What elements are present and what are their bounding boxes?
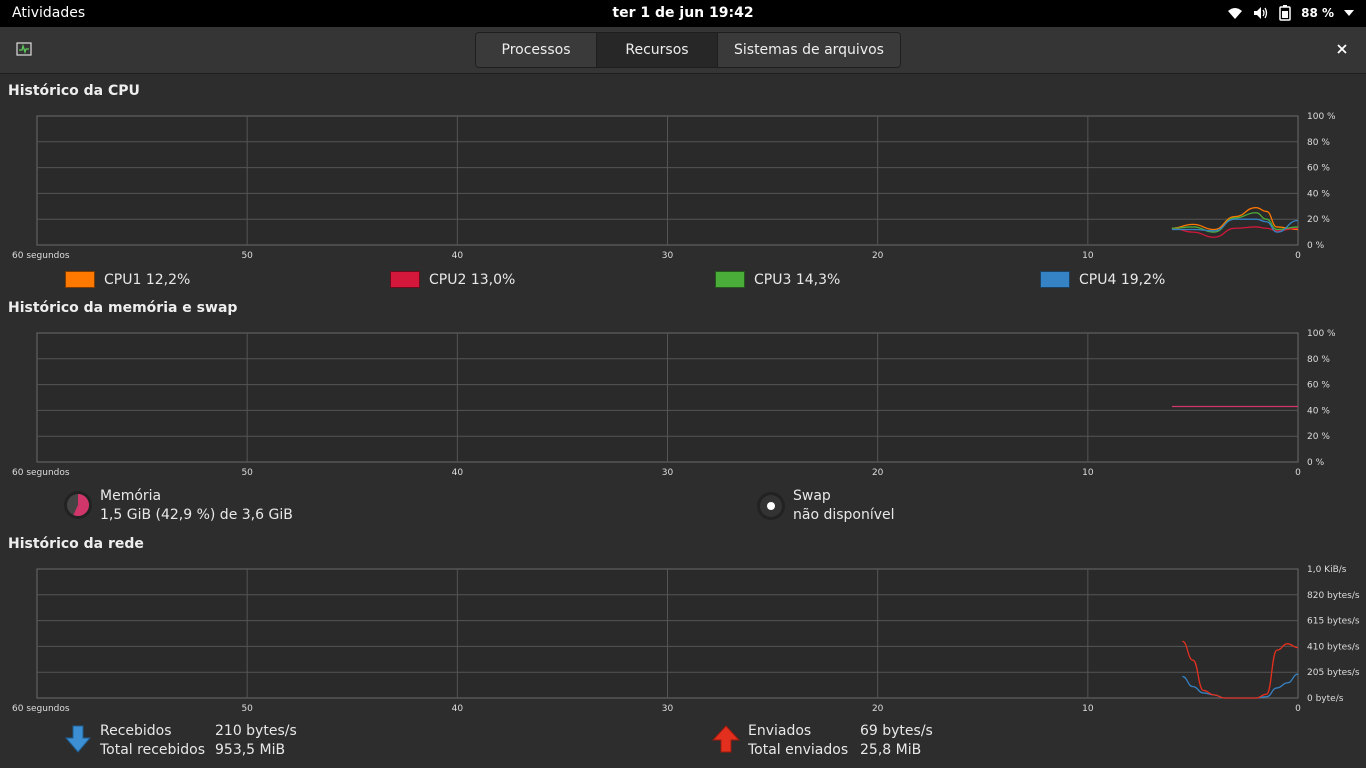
cpu1-color-swatch[interactable]	[65, 271, 95, 288]
memory-y-tick-label: 40 %	[1307, 406, 1330, 416]
memory-history-title: Histórico da memória e swap	[8, 300, 238, 316]
cpu-y-tick-label: 100 %	[1307, 112, 1336, 122]
cpu4-color-swatch[interactable]	[1040, 271, 1070, 288]
network-y-tick-label: 1,0 KiB/s	[1307, 565, 1347, 575]
network-x-tick-label: 50	[241, 704, 253, 714]
view-switcher: Processos Recursos Sistemas de arquivos	[475, 32, 901, 68]
sent-value: 69 bytes/s	[860, 723, 933, 739]
memory-history-graph: 100 % 80 % 60 % 40 % 20 % 0 % 60 segundos 50 40 3…	[12, 329, 1336, 478]
cpu-y-tick-label: 0 %	[1307, 241, 1325, 251]
cpu1-value: 12,2%	[145, 271, 191, 288]
legend-cpu2[interactable]: CPU2 13,0%	[390, 271, 515, 288]
system-monitor-icon	[16, 41, 32, 57]
sent-label: Enviados	[748, 723, 812, 739]
download-arrow-icon[interactable]	[65, 725, 91, 753]
cpu-y-tick-label: 80 %	[1307, 138, 1330, 148]
received-value: 210 bytes/s	[215, 723, 297, 739]
network-y-tick-label: 0 byte/s	[1307, 694, 1344, 704]
memory-y-tick-label: 0 %	[1307, 458, 1325, 468]
network-y-tick-label: 205 bytes/s	[1307, 668, 1360, 678]
memory-x-tick-label: 30	[662, 468, 674, 478]
battery-icon[interactable]	[1279, 5, 1291, 21]
network-history-graph: 1,0 KiB/s 820 bytes/s 615 bytes/s 410 bytes…	[12, 565, 1360, 714]
legend-cpu1[interactable]: CPU1 12,2%	[65, 271, 190, 288]
network-x-tick-label: 0	[1295, 704, 1301, 714]
memory-pie-icon[interactable]	[63, 490, 93, 520]
memory-x-tick-label: 10	[1082, 468, 1094, 478]
tab-processos[interactable]: Processos	[476, 33, 597, 67]
cpu2-color-swatch[interactable]	[390, 271, 420, 288]
cpu1-name: CPU1	[104, 271, 142, 288]
wifi-icon[interactable]	[1227, 6, 1243, 20]
clock[interactable]: ter 1 de jun 19:42	[0, 5, 1366, 21]
memory-info: Memória 1,5 GiB (42,9 %) de 3,6 GiB	[100, 487, 293, 525]
cpu-x-tick-label: 30	[662, 251, 674, 261]
memory-y-tick-label: 20 %	[1307, 432, 1330, 442]
cpu-x-tick-label: 40	[452, 251, 464, 261]
received-label: Recebidos	[100, 723, 172, 739]
cpu4-value: 19,2%	[1120, 271, 1166, 288]
memory-x-tick-label: 60 segundos	[12, 468, 70, 478]
cpu-history-title: Histórico da CPU	[8, 83, 140, 99]
cpu-y-tick-label: 60 %	[1307, 164, 1330, 174]
received-values: 210 bytes/s 953,5 MiB	[215, 722, 297, 760]
battery-percentage: 88 %	[1301, 6, 1334, 20]
network-x-tick-label: 40	[452, 704, 464, 714]
volume-icon[interactable]	[1253, 6, 1269, 20]
memory-label: Memória	[100, 488, 162, 504]
cpu-x-tick-label: 50	[241, 251, 253, 261]
dropdown-arrow-icon[interactable]	[1344, 9, 1354, 17]
total-received-value: 953,5 MiB	[215, 742, 286, 758]
memory-value: 1,5 GiB (42,9 %) de 3,6 GiB	[100, 507, 293, 523]
network-y-tick-label: 410 bytes/s	[1307, 642, 1360, 652]
swap-label: Swap	[793, 488, 831, 504]
swap-value: não disponível	[793, 507, 895, 523]
network-x-tick-label: 20	[872, 704, 884, 714]
network-x-tick-label: 30	[662, 704, 674, 714]
sent-values: 69 bytes/s 25,8 MiB	[860, 722, 933, 760]
network-y-tick-label: 820 bytes/s	[1307, 591, 1360, 601]
memory-x-tick-label: 20	[872, 468, 884, 478]
cpu-x-tick-label: 0	[1295, 251, 1301, 261]
total-received-label: Total recebidos	[100, 742, 206, 758]
memory-y-tick-label: 60 %	[1307, 381, 1330, 391]
cpu-x-tick-label: 20	[872, 251, 884, 261]
cpu2-value: 13,0%	[470, 271, 516, 288]
tab-recursos[interactable]: Recursos	[597, 33, 718, 67]
received-labels: Recebidos Total recebidos	[100, 722, 205, 760]
network-x-tick-label: 60 segundos	[12, 704, 70, 714]
tab-sistemas-de-arquivos[interactable]: Sistemas de arquivos	[718, 33, 900, 67]
total-sent-value: 25,8 MiB	[860, 742, 922, 758]
sent-labels: Enviados Total enviados	[748, 722, 848, 760]
system-tray[interactable]: 88 %	[1227, 5, 1354, 21]
upload-arrow-icon[interactable]	[712, 725, 740, 753]
cpu3-value: 14,3%	[795, 271, 841, 288]
legend-cpu4[interactable]: CPU4 19,2%	[1040, 271, 1165, 288]
memory-x-tick-label: 0	[1295, 468, 1301, 478]
network-y-tick-label: 615 bytes/s	[1307, 617, 1360, 627]
network-history-title: Histórico da rede	[8, 536, 144, 552]
memory-x-tick-label: 40	[452, 468, 464, 478]
network-x-tick-label: 10	[1082, 704, 1094, 714]
cpu3-color-swatch[interactable]	[715, 271, 745, 288]
memory-x-tick-label: 50	[241, 468, 253, 478]
memory-y-tick-label: 80 %	[1307, 355, 1330, 365]
cpu-x-tick-label: 60 segundos	[12, 251, 70, 261]
cpu-x-tick-label: 10	[1082, 251, 1094, 261]
cpu-y-tick-label: 40 %	[1307, 189, 1330, 199]
header-bar: Processos Recursos Sistemas de arquivos	[0, 27, 1366, 74]
total-sent-label: Total enviados	[748, 742, 849, 758]
legend-cpu3[interactable]: CPU3 14,3%	[715, 271, 840, 288]
cpu4-name: CPU4	[1079, 271, 1117, 288]
swap-pie-icon[interactable]	[756, 491, 786, 521]
cpu3-name: CPU3	[754, 271, 792, 288]
cpu2-name: CPU2	[429, 271, 467, 288]
swap-info: Swap não disponível	[793, 487, 895, 525]
memory-y-tick-label: 100 %	[1307, 329, 1336, 339]
close-icon[interactable]	[1334, 41, 1350, 57]
top-bar: Atividades ter 1 de jun 19:42 88 %	[0, 0, 1366, 27]
cpu-y-tick-label: 20 %	[1307, 215, 1330, 225]
